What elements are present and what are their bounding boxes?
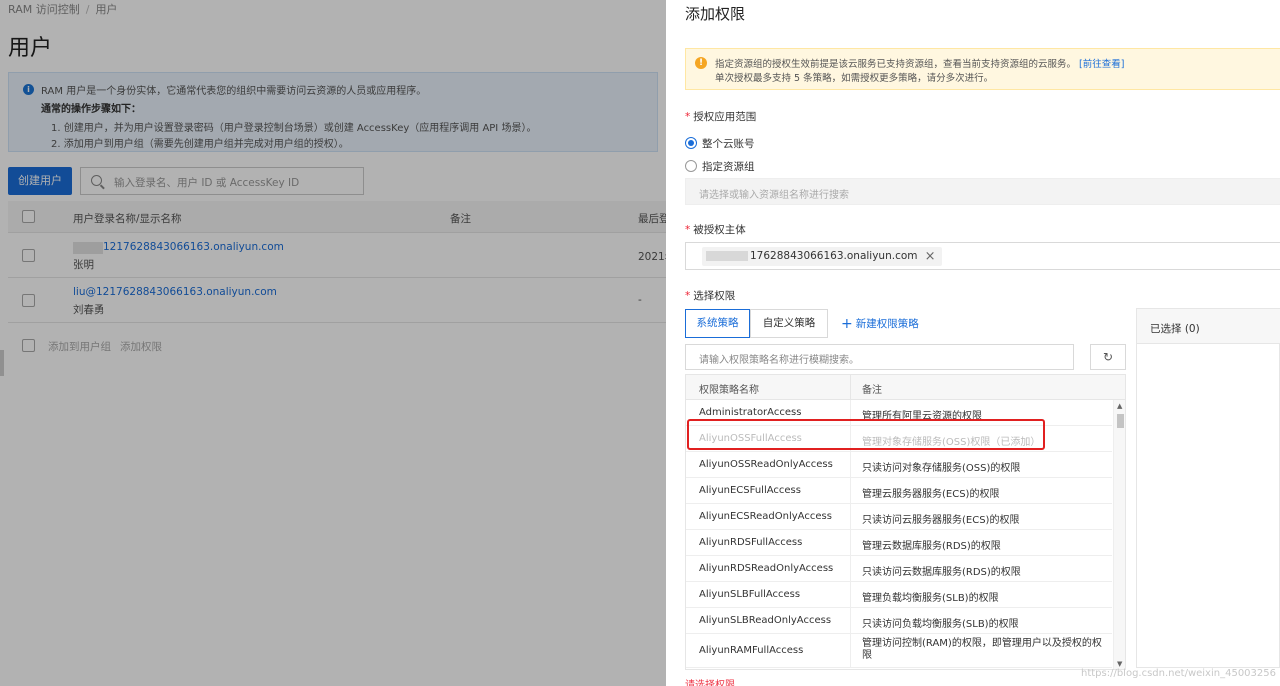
new-policy-button[interactable]: + 新建权限策略 <box>841 316 919 332</box>
policy-table-scrollbar[interactable]: ▲ ▼ <box>1113 400 1125 669</box>
column-header-policy-name: 权限策略名称 <box>699 385 759 396</box>
scroll-up-icon[interactable]: ▲ <box>1117 402 1122 410</box>
principal-label: * 被授权主体 <box>685 224 746 236</box>
selected-policies-panel: 已选择 (0) <box>1136 308 1280 668</box>
add-permission-drawer: 添加权限 ! 指定资源组的授权生效前提是该云服务已支持资源组，查看当前支持资源组… <box>666 0 1280 686</box>
policy-desc: 管理访问控制(RAM)的权限，即管理用户以及授权的权限 <box>862 638 1102 661</box>
redacted-blur <box>706 251 748 261</box>
notice-line-2: 单次授权最多支持 5 条策略，如需授权更多策略，请分多次进行。 <box>715 73 994 84</box>
policy-name: AdministratorAccess <box>699 407 802 418</box>
policy-name: AliyunSLBFullAccess <box>699 589 801 600</box>
policy-name: AliyunECSFullAccess <box>699 485 801 496</box>
remove-tag-icon[interactable]: × <box>925 247 936 266</box>
watermark: https://blog.csdn.net/weixin_45003256 <box>1080 668 1276 679</box>
policy-row[interactable]: AliyunRDSFullAccess 管理云数据库服务(RDS)的权限 <box>686 530 1112 556</box>
drawer-title: 添加权限 <box>685 5 746 23</box>
policy-search-input[interactable]: 请输入权限策略名称进行模糊搜索。 <box>685 344 1074 370</box>
selected-panel-header: 已选择 (0) <box>1137 309 1280 344</box>
policy-desc: 只读访问云服务器服务(ECS)的权限 <box>862 515 1020 526</box>
policy-name: AliyunRDSReadOnlyAccess <box>699 563 834 574</box>
tab-system-policy[interactable]: 系统策略 <box>685 309 750 338</box>
policy-desc: 只读访问云数据库服务(RDS)的权限 <box>862 567 1021 578</box>
policy-search-placeholder: 请输入权限策略名称进行模糊搜索。 <box>699 355 859 366</box>
goto-view-link[interactable]: [前往查看] <box>1079 59 1124 70</box>
notice-line-1: 指定资源组的授权生效前提是该云服务已支持资源组，查看当前支持资源组的云服务。 [… <box>715 56 1124 70</box>
scope-label-text: 授权应用范围 <box>693 111 757 123</box>
annotation-highlight-box <box>687 419 1045 450</box>
refresh-icon: ↻ <box>1103 350 1114 364</box>
radio-label-whole-account[interactable]: 整个云账号 <box>702 136 755 151</box>
column-header-policy-remark: 备注 <box>862 385 882 396</box>
policy-row[interactable]: AliyunRAMFullAccess 管理访问控制(RAM)的权限，即管理用户以… <box>686 634 1112 668</box>
warning-icon: ! <box>695 57 707 69</box>
notice-text-1: 指定资源组的授权生效前提是该云服务已支持资源组，查看当前支持资源组的云服务。 <box>715 59 1077 70</box>
radio-resource-group[interactable] <box>685 160 697 172</box>
modal-overlay[interactable] <box>0 0 666 686</box>
policy-name: AliyunRAMFullAccess <box>699 645 804 656</box>
policy-name: AliyunOSSReadOnlyAccess <box>699 459 833 470</box>
principal-tag: 17628843066163.onaliyun.com × <box>702 247 942 266</box>
permissions-label-text: 选择权限 <box>693 290 736 302</box>
policy-name: AliyunSLBReadOnlyAccess <box>699 615 832 626</box>
policy-desc: 只读访问负载均衡服务(SLB)的权限 <box>862 619 1019 630</box>
resource-group-placeholder: 请选择或输入资源组名称进行搜索 <box>699 190 849 201</box>
new-policy-label: 新建权限策略 <box>855 318 919 330</box>
policy-table-header: 权限策略名称 备注 <box>686 375 1125 400</box>
notice-box: ! 指定资源组的授权生效前提是该云服务已支持资源组，查看当前支持资源组的云服务。… <box>685 48 1280 90</box>
policy-desc: 管理云服务器服务(ECS)的权限 <box>862 489 1000 500</box>
principal-label-text: 被授权主体 <box>693 224 746 236</box>
validation-message: 请选择权限 <box>685 680 735 686</box>
policy-row[interactable]: AliyunOSSReadOnlyAccess 只读访问对象存储服务(OSS)的权… <box>686 452 1112 478</box>
scroll-down-icon[interactable]: ▼ <box>1117 660 1122 668</box>
policy-desc: 管理云数据库服务(RDS)的权限 <box>862 541 1001 552</box>
policy-row[interactable]: AliyunECSReadOnlyAccess 只读访问云服务器服务(ECS)的权… <box>686 504 1112 530</box>
radio-label-resource-group[interactable]: 指定资源组 <box>702 159 755 174</box>
scroll-thumb[interactable] <box>1117 414 1124 428</box>
policy-row[interactable]: AliyunECSFullAccess 管理云服务器服务(ECS)的权限 <box>686 478 1112 504</box>
policy-row[interactable]: AliyunSLBReadOnlyAccess 只读访问负载均衡服务(SLB)的权… <box>686 608 1112 634</box>
policy-row[interactable]: AliyunSLBFullAccess 管理负载均衡服务(SLB)的权限 <box>686 582 1112 608</box>
principal-field[interactable]: 17628843066163.onaliyun.com × <box>685 242 1280 270</box>
refresh-button[interactable]: ↻ <box>1090 344 1126 370</box>
plus-icon: + <box>841 316 853 332</box>
policy-name: AliyunECSReadOnlyAccess <box>699 511 832 522</box>
tab-custom-policy[interactable]: 自定义策略 <box>750 309 828 338</box>
policy-row[interactable]: AliyunRDSReadOnlyAccess 只读访问云数据库服务(RDS)的权… <box>686 556 1112 582</box>
principal-value: 17628843066163.onaliyun.com <box>750 250 918 262</box>
selected-count: 已选择 (0) <box>1150 323 1200 335</box>
permissions-label: * 选择权限 <box>685 290 736 302</box>
scope-label: * 授权应用范围 <box>685 111 757 123</box>
policy-desc: 管理负载均衡服务(SLB)的权限 <box>862 593 999 604</box>
policy-desc: 只读访问对象存储服务(OSS)的权限 <box>862 463 1021 474</box>
radio-whole-account[interactable] <box>685 137 697 149</box>
policy-name: AliyunRDSFullAccess <box>699 537 803 548</box>
resource-group-input[interactable]: 请选择或输入资源组名称进行搜索 <box>685 178 1280 205</box>
